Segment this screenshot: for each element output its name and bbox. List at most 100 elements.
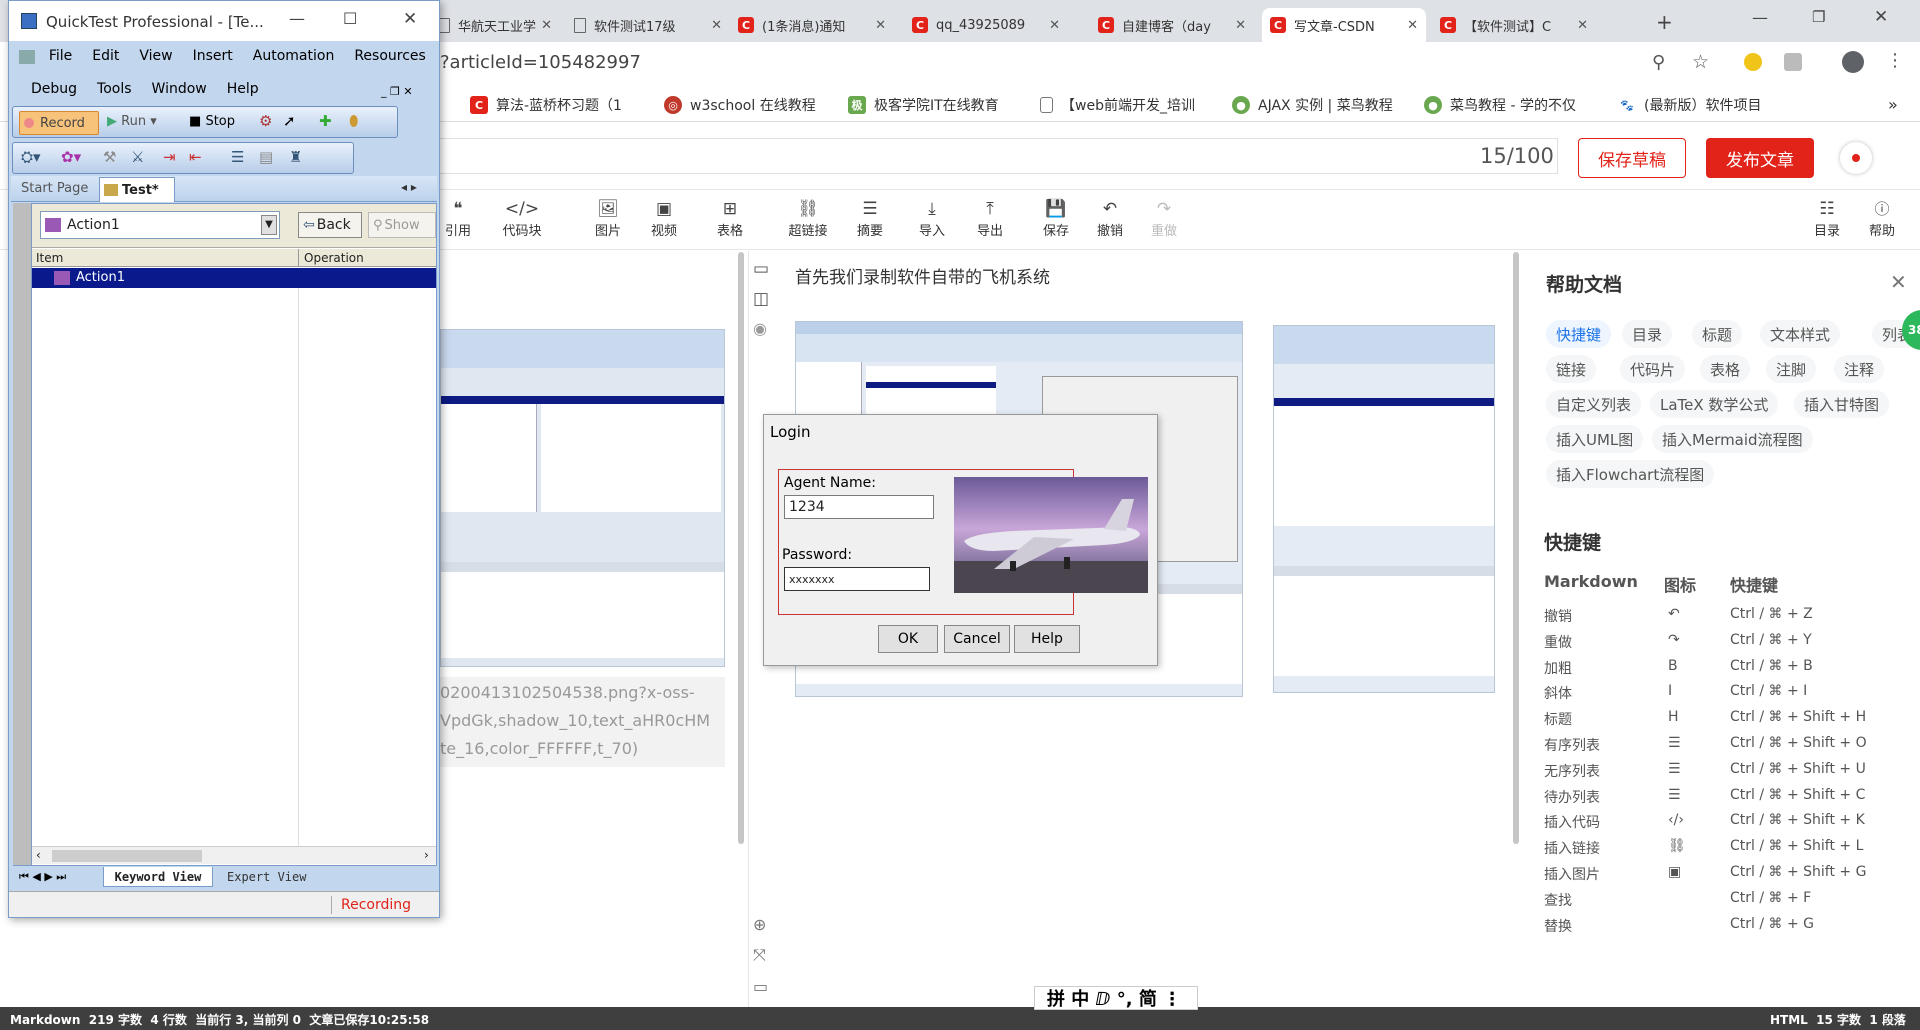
menu-window[interactable]: Window [152,81,207,97]
import-button[interactable]: ⤓ 导入 [908,198,956,239]
tab-scroll-arrows[interactable]: ◂ ▸ [401,180,417,194]
browser-menu-icon[interactable]: ⋮ [1886,50,1904,71]
help-tag[interactable]: 链接 [1546,355,1597,383]
menu-help[interactable]: Help [227,81,259,97]
minimize-icon[interactable]: — [1752,8,1768,27]
help-button[interactable]: ⓘ 帮助 [1858,198,1906,239]
qtp-minimize-icon[interactable]: — [289,9,305,28]
toc-button[interactable]: ☷ 目录 [1803,198,1851,239]
bookmark-item[interactable]: ● AJAX 实例 | 菜鸟教程 [1232,95,1393,115]
tab-close-icon[interactable]: ✕ [1235,18,1246,33]
help-close-icon[interactable]: ✕ [1890,270,1907,294]
save-button[interactable]: 💾 保存 [1032,198,1080,239]
bookmark-item[interactable]: 极极客学院IT在线教育 [848,95,999,115]
qtp-mdi-controls[interactable]: _ ❐ ✕ [381,85,413,98]
new-tab-button[interactable]: + [1656,10,1673,34]
browser-tab[interactable]: C 自建博客（day ✕ [1090,8,1254,42]
bookmark-item[interactable]: 🐾 (最新版）软件项目 [1618,95,1761,115]
cancel-button[interactable]: Cancel [944,625,1010,653]
image-button[interactable]: 🖼 图片 [584,198,632,239]
menu-debug[interactable]: Debug [31,81,77,97]
profile-avatar[interactable] [1842,51,1864,73]
sync-scroll-icon[interactable]: ▭ [753,259,769,279]
browser-tab[interactable]: Cqq_43925089 ✕ [904,8,1068,42]
menu-edit[interactable]: Edit [92,48,119,64]
user-avatar[interactable] [1840,142,1872,174]
help-tag[interactable]: 注释 [1834,355,1885,383]
checkpoint-icon[interactable]: ✚ [319,112,332,130]
zoom-icon[interactable]: ⚲ [1652,52,1665,73]
tab-close-icon[interactable]: ✕ [1049,18,1060,33]
back-button[interactable]: ⇦ Back [298,212,362,238]
action-select[interactable]: Action1 ▼ [40,211,280,239]
split-view-icon[interactable]: ◫ [753,289,769,309]
toolbar-icon-2[interactable]: ✿▾ [61,148,81,166]
qtp-maximize-icon[interactable]: ☐ [343,9,357,28]
tab-test[interactable]: Test* [99,177,175,202]
redo-button[interactable]: ↷ 重做 [1140,198,1188,239]
bookmark-star-icon[interactable]: ☆ [1692,51,1709,73]
close-icon[interactable]: ✕ [1874,7,1888,27]
help-tag[interactable]: 插入Flowchart流程图 [1546,460,1715,488]
browser-tab[interactable]: C (1条消息)通知 ✕ [730,8,894,42]
menu-view[interactable]: View [139,48,172,64]
bookmark-item[interactable]: 【web前端开发_培训 [1040,95,1195,115]
fullscreen-icon[interactable]: ▭ [753,977,768,996]
browser-tab[interactable]: 软件测试17级 ✕ [566,8,730,42]
help-tag[interactable]: LaTeX 数学公式 [1650,390,1779,418]
url-text[interactable]: ?articleId=105482997 [440,52,641,73]
toolbar-icon-9[interactable]: ♜ [289,148,302,166]
record-button[interactable]: Record [19,111,99,135]
horizontal-scrollbar[interactable]: ‹ › [32,846,436,864]
tab-close-icon[interactable]: ✕ [1407,18,1418,33]
help-tag[interactable]: 插入Mermaid流程图 [1652,425,1813,453]
show-button[interactable]: ⚲ Show [368,212,436,238]
output-value-icon[interactable]: ⬮ [349,112,358,130]
chevron-down-icon[interactable]: ▼ [261,215,277,235]
code-block-button[interactable]: </> 代码块 [498,198,546,239]
publish-button[interactable]: 发布文章 [1706,138,1814,178]
toolbar-icon-3[interactable]: ⚒ [103,148,116,166]
save-draft-button[interactable]: 保存草稿 [1578,138,1686,178]
ime-toolbar[interactable]: 拼 中 ⅅ °, 简 ⋮ [1034,986,1198,1010]
toolbar-icon-6[interactable]: ⇤ [189,148,202,166]
ok-button[interactable]: OK [878,625,938,653]
export-button[interactable]: ⤒ 导出 [966,198,1014,239]
help-tag[interactable]: 标题 [1692,320,1743,348]
stop-button[interactable]: ■ Stop [189,114,235,129]
tab-start-page[interactable]: Start Page [21,181,88,196]
markdown-editor-pane[interactable]: 0200413102504538.png?x-oss- VpdGk,shadow… [440,251,740,1007]
help-dialog-button[interactable]: Help [1014,625,1080,653]
table-button[interactable]: ⊞ 表格 [706,198,754,239]
help-tag[interactable]: 目录 [1622,320,1673,348]
toolbar-icon-7[interactable]: ☰ [231,148,244,166]
menu-insert[interactable]: Insert [193,48,233,64]
locate-icon[interactable]: ⊕ [753,915,766,934]
browser-tab[interactable]: C 写文章-CSDN ✕ [1262,8,1426,42]
tab-close-icon[interactable]: ✕ [541,18,552,33]
toolbar-icon-5[interactable]: ⇥ [163,148,176,166]
bookmarks-more[interactable]: » [1888,95,1898,114]
extension-icon[interactable] [1744,53,1762,71]
restore-icon[interactable]: ❐ [1812,8,1825,26]
help-tag[interactable]: 文本样式 [1760,320,1841,348]
undo-button[interactable]: ↶ 撤销 [1086,198,1134,239]
extension-shield-icon[interactable] [1784,53,1802,71]
video-button[interactable]: ▣ 视频 [640,198,688,239]
nav-arrows[interactable]: ⏮ ◀ ▶ ⏭ [19,870,66,884]
toolbar-icon-4[interactable]: ⚔ [131,148,144,166]
tree-row-action1[interactable]: Action1 [32,268,436,288]
bookmark-item[interactable]: C 算法-蓝桥杯习题（1 [470,95,622,115]
tab-expert-view[interactable]: Expert View [227,870,306,884]
run-button[interactable]: ▶ Run ▾ [107,114,157,129]
help-tag[interactable]: 插入UML图 [1546,425,1644,453]
tab-keyword-view[interactable]: Keyword View [103,867,213,887]
toolbar-icon-1[interactable]: ⛭▾ [21,148,41,166]
menu-automation[interactable]: Automation [253,48,335,64]
help-tag[interactable]: 快捷键 [1546,320,1612,348]
tab-close-icon[interactable]: ✕ [711,18,722,33]
help-tag[interactable]: 注脚 [1766,355,1817,383]
browser-tab[interactable]: C 【软件测试】C ✕ [1432,8,1596,42]
article-title-input[interactable] [440,138,1558,174]
help-tag[interactable]: 表格 [1700,355,1751,383]
